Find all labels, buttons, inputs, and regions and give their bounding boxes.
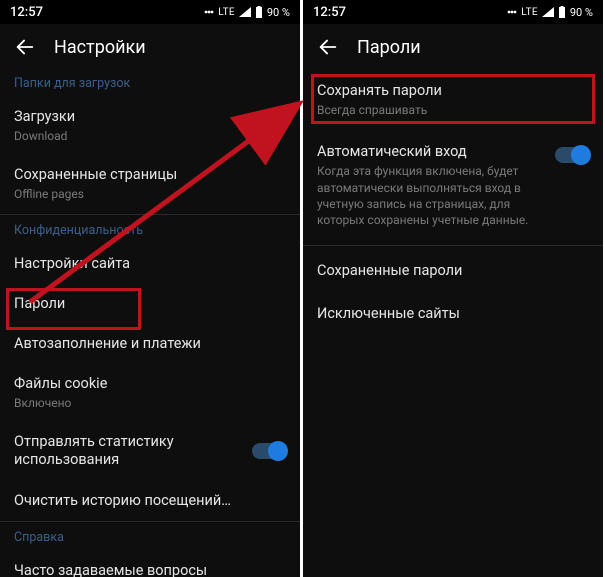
item-label: Загрузки — [14, 108, 75, 126]
item-save-passwords[interactable]: Сохранять пароли Всегда спрашивать — [303, 68, 603, 132]
item-label: Автозаполнение и платежи — [14, 335, 201, 353]
item-sub: Включено — [14, 395, 107, 411]
item-faq[interactable]: Часто задаваемые вопросы — [0, 551, 300, 577]
item-excluded-sites[interactable]: Исключенные сайты — [303, 294, 603, 334]
item-sub: Download — [14, 128, 75, 144]
status-right: LTE 90 % — [507, 6, 593, 19]
back-button[interactable] — [14, 36, 36, 58]
section-help: Справка — [0, 522, 300, 551]
status-time: 12:57 — [313, 5, 346, 20]
item-usage-stats[interactable]: Отправлять статистику использования — [0, 422, 300, 480]
item-label: Сохраненные пароли — [317, 262, 462, 280]
arrow-left-icon — [317, 36, 339, 58]
item-clear-history[interactable]: Очистить историю посещений… — [0, 481, 300, 521]
item-downloads[interactable]: Загрузки Download — [0, 97, 300, 155]
item-autofill[interactable]: Автозаполнение и платежи — [0, 324, 300, 364]
battery-pct: 90 % — [570, 6, 593, 19]
lte-label: LTE — [218, 7, 235, 18]
lte-label: LTE — [521, 7, 538, 18]
item-saved-passwords-list[interactable]: Сохраненные пароли — [303, 246, 603, 294]
item-label: Исключенные сайты — [317, 305, 460, 323]
item-label: Пароли — [14, 295, 65, 313]
item-sub: Когда эта функция включена, будет автома… — [317, 163, 537, 228]
item-label: Часто задаваемые вопросы — [14, 562, 207, 577]
page-title: Настройки — [54, 37, 146, 58]
item-saved-pages[interactable]: Сохраненные страницы Offline pages — [0, 155, 300, 213]
item-label: Очистить историю посещений… — [14, 492, 231, 510]
arrow-left-icon — [14, 36, 36, 58]
phone-right: 12:57 LTE 90 % Пароли Сохранять пароли В… — [303, 0, 603, 577]
status-bar: 12:57 LTE 90 % — [0, 0, 300, 24]
item-sub: Offline pages — [14, 186, 177, 202]
status-time: 12:57 — [10, 5, 43, 20]
passwords-list: Сохранять пароли Всегда спрашивать Автом… — [303, 68, 603, 334]
item-sub: Всегда спрашивать — [317, 102, 442, 118]
item-label: Файлы cookie — [14, 375, 107, 393]
net-dots-icon — [204, 7, 214, 17]
toggle-usage-stats[interactable] — [252, 443, 286, 459]
battery-pct: 90 % — [267, 6, 290, 19]
item-label: Отправлять статистику использования — [14, 433, 214, 469]
toggle-auto-signin[interactable] — [555, 147, 589, 163]
back-button[interactable] — [317, 36, 339, 58]
item-auto-signin[interactable]: Автоматический вход Когда эта функция вк… — [303, 132, 603, 239]
item-passwords[interactable]: Пароли — [0, 284, 300, 324]
status-right: LTE 90 % — [204, 6, 290, 19]
signal-icon — [542, 7, 554, 17]
settings-list: Папки для загрузок Загрузки Download Сох… — [0, 68, 300, 577]
page-title: Пароли — [357, 37, 421, 58]
phone-left: 12:57 LTE 90 % Настройки Папки для загру… — [0, 0, 300, 577]
item-site-settings[interactable]: Настройки сайта — [0, 244, 300, 284]
battery-icon — [558, 6, 566, 18]
app-bar: Пароли — [303, 24, 603, 68]
app-bar: Настройки — [0, 24, 300, 68]
battery-icon — [255, 6, 263, 18]
item-label: Сохранять пароли — [317, 82, 442, 100]
signal-icon — [239, 7, 251, 17]
net-dots-icon — [507, 7, 517, 17]
item-label: Сохраненные страницы — [14, 166, 177, 184]
status-bar: 12:57 LTE 90 % — [303, 0, 603, 24]
section-privacy: Конфиденциальность — [0, 215, 300, 244]
item-label: Настройки сайта — [14, 255, 130, 273]
item-label: Автоматический вход — [317, 143, 537, 161]
section-downloads: Папки для загрузок — [0, 68, 300, 97]
item-cookies[interactable]: Файлы cookie Включено — [0, 364, 300, 422]
